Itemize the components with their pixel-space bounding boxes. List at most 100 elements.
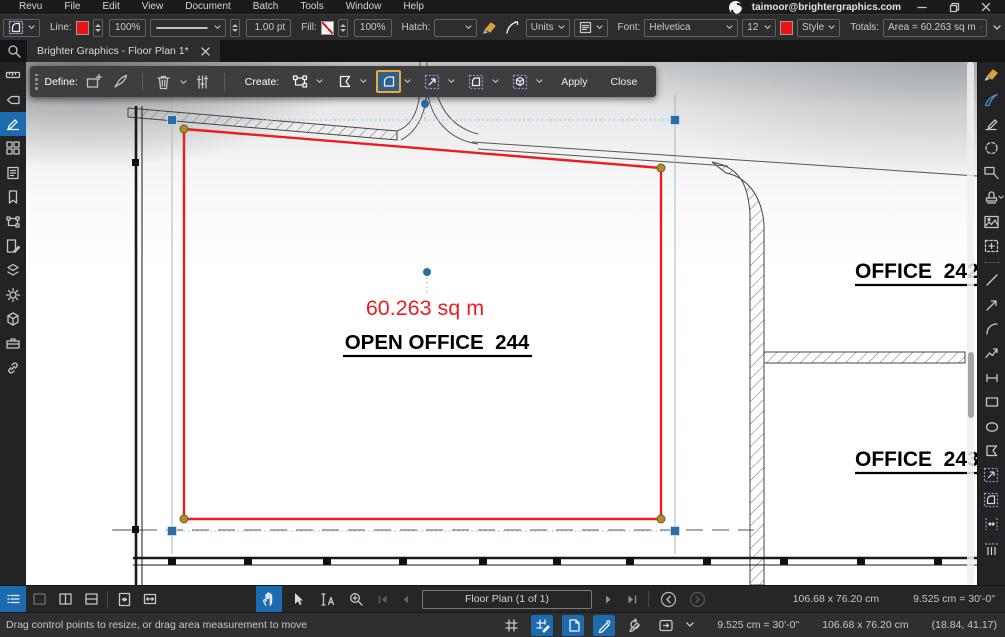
fill-opacity-stepper[interactable] xyxy=(338,19,348,37)
close-button[interactable]: Close xyxy=(601,76,646,88)
markup-tools-panel-button[interactable] xyxy=(0,112,26,136)
stroke-width-stepper[interactable] xyxy=(230,19,240,37)
create-polygon-tool[interactable] xyxy=(332,70,357,93)
3d-model-panel-button[interactable] xyxy=(0,307,26,331)
reuse-chevron[interactable] xyxy=(686,619,694,631)
menu-batch[interactable]: Batch xyxy=(242,0,290,14)
current-tool-dropdown[interactable] xyxy=(3,19,40,37)
polyline-tool-button[interactable] xyxy=(978,341,1005,365)
measure-spacing-tool-button[interactable] xyxy=(978,536,1005,560)
show-grid-button[interactable] xyxy=(500,615,522,636)
rotate-control-point[interactable] xyxy=(421,100,429,108)
measure-perimeter-tool-button[interactable] xyxy=(978,463,1005,487)
measure-area-tool-button[interactable] xyxy=(978,488,1005,512)
caption-layout-dropdown[interactable] xyxy=(574,19,608,37)
previous-view-button[interactable] xyxy=(655,586,681,612)
snapshot-tool-button[interactable] xyxy=(978,234,1005,258)
cloud-tool-button[interactable] xyxy=(978,136,1005,160)
create-volume-tool[interactable] xyxy=(508,70,533,93)
menu-help[interactable]: Help xyxy=(392,0,435,14)
minimize-button[interactable] xyxy=(911,0,933,14)
snap-to-markup-button[interactable] xyxy=(593,615,615,636)
font-color-swatch[interactable] xyxy=(780,21,793,35)
close-window-button[interactable] xyxy=(975,0,997,14)
fill-color-swatch[interactable] xyxy=(321,21,334,35)
create-space-tool[interactable] xyxy=(288,70,313,93)
pen-tool-button[interactable] xyxy=(978,87,1005,111)
delete-chevron[interactable] xyxy=(180,76,187,88)
fit-width-button[interactable] xyxy=(137,586,163,612)
scrollbar-thumb[interactable] xyxy=(968,352,974,418)
delete-button[interactable] xyxy=(153,71,175,93)
pan-tool-button[interactable] xyxy=(256,586,282,612)
thumbnails-panel-button[interactable] xyxy=(0,136,26,160)
split-horizontal-button[interactable] xyxy=(78,586,104,612)
callout-tool-button[interactable] xyxy=(978,161,1005,185)
underline-tool-button[interactable] xyxy=(978,112,1005,136)
highlighter-tool-button[interactable] xyxy=(978,63,1005,87)
menu-document[interactable]: Document xyxy=(174,0,242,14)
menu-view[interactable]: View xyxy=(131,0,175,14)
select-text-button[interactable] xyxy=(314,586,340,612)
image-tool-button[interactable] xyxy=(978,209,1005,233)
next-view-button[interactable] xyxy=(684,586,710,612)
status-scale-readout[interactable]: 9.525 cm = 30'-0" xyxy=(717,619,799,631)
search-button[interactable] xyxy=(0,40,27,62)
stroke-width-value[interactable]: 1.00 pt xyxy=(246,19,291,37)
rectangle-tool-button[interactable] xyxy=(978,390,1005,414)
flags-panel-button[interactable] xyxy=(0,87,26,111)
line-style-dropdown[interactable] xyxy=(150,19,226,37)
highlight-mode-button[interactable] xyxy=(481,18,499,38)
menu-file[interactable]: File xyxy=(53,0,91,14)
area-measurement-polygon[interactable] xyxy=(184,129,661,519)
menu-tools[interactable]: Tools xyxy=(289,0,334,14)
markup-list-panel-button[interactable] xyxy=(0,234,26,258)
style-brush-button[interactable] xyxy=(110,71,132,93)
last-page-button[interactable] xyxy=(622,586,642,612)
dimension-tool-button[interactable] xyxy=(978,366,1005,390)
hatch-dropdown[interactable] xyxy=(434,19,477,37)
style-dropdown[interactable]: Style xyxy=(797,19,840,37)
measurements-panel-button[interactable] xyxy=(0,63,26,87)
measure-count-tool-button[interactable] xyxy=(978,512,1005,536)
units-dropdown[interactable]: Units xyxy=(526,19,570,37)
links-panel-button[interactable] xyxy=(0,356,26,380)
create-cutout-tool[interactable] xyxy=(464,70,489,93)
toolbar-overflow-chevron[interactable] xyxy=(991,18,1002,38)
apply-button[interactable]: Apply xyxy=(552,76,596,88)
create-volume-chevron[interactable] xyxy=(536,79,543,84)
create-polygon-chevron[interactable] xyxy=(360,79,367,84)
font-size-dropdown[interactable]: 12 xyxy=(742,19,776,37)
line-tool-button[interactable] xyxy=(978,268,1005,292)
split-vertical-button[interactable] xyxy=(52,586,78,612)
bookmarks-panel-button[interactable] xyxy=(0,185,26,209)
menu-revu[interactable]: Revu xyxy=(8,0,53,14)
snap-to-grid-button[interactable] xyxy=(531,615,553,636)
markup-list-toggle-button[interactable] xyxy=(0,586,26,612)
stamp-chevron-icon[interactable] xyxy=(998,195,1004,200)
tab-close-icon[interactable] xyxy=(201,47,210,56)
document-tab[interactable]: Brighter Graphics - Floor Plan 1* xyxy=(27,40,220,62)
edit-curve-button[interactable] xyxy=(504,18,522,38)
fit-page-button[interactable] xyxy=(111,586,137,612)
area-measurement-text[interactable]: 60.263 sq m xyxy=(366,296,484,320)
font-family-dropdown[interactable]: Helvetica xyxy=(644,19,738,37)
totals-dropdown[interactable]: Area = 60.263 sq m xyxy=(883,19,987,37)
arrow-tool-button[interactable] xyxy=(978,293,1005,317)
tool-chest-panel-button[interactable] xyxy=(0,331,26,355)
first-page-button[interactable] xyxy=(372,586,392,612)
sketch-to-scale-button[interactable] xyxy=(624,615,646,636)
space-settings-button[interactable] xyxy=(192,71,214,93)
select-tool-button[interactable] xyxy=(285,586,311,612)
zoom-tool-button[interactable] xyxy=(343,586,369,612)
settings-button[interactable] xyxy=(0,283,26,307)
restore-button[interactable] xyxy=(943,0,965,14)
polygon-tool-button[interactable] xyxy=(978,439,1005,463)
create-cutout-chevron[interactable] xyxy=(492,79,499,84)
reuse-markup-button[interactable] xyxy=(655,615,677,636)
snap-to-content-button[interactable] xyxy=(562,615,584,636)
arc-tool-button[interactable] xyxy=(978,317,1005,341)
add-space-button[interactable] xyxy=(83,71,105,93)
previous-page-button[interactable] xyxy=(395,586,415,612)
line-opacity-stepper[interactable] xyxy=(93,19,103,37)
